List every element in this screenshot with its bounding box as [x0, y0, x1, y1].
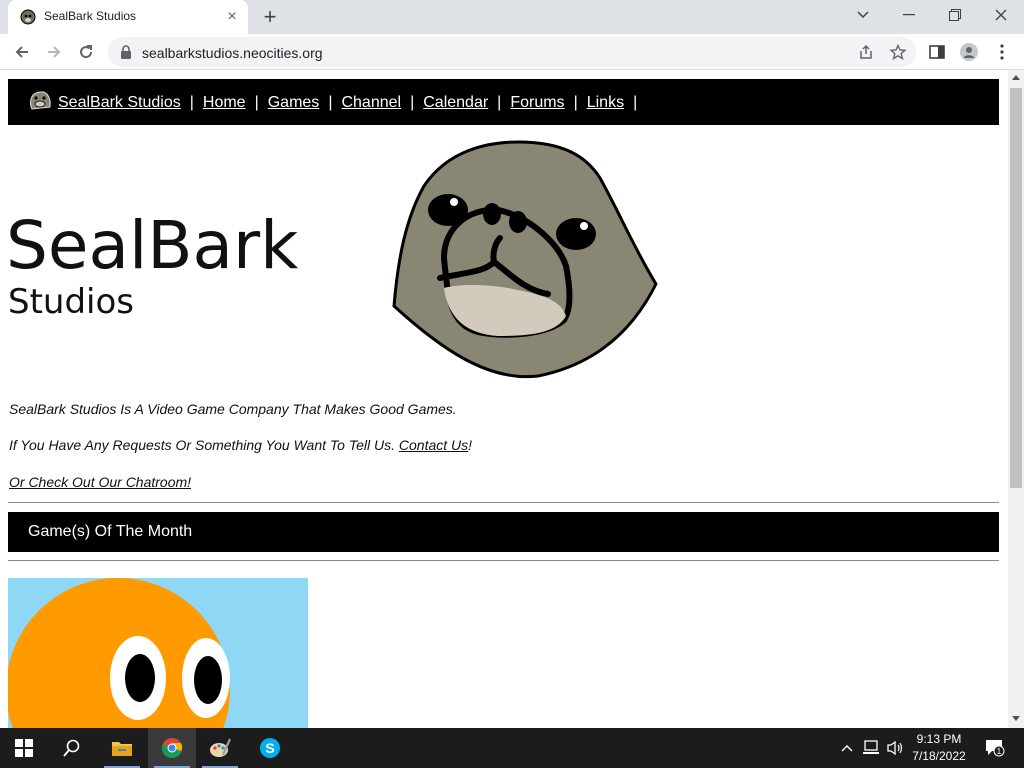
close-tab-icon[interactable]: × [224, 9, 240, 25]
volume-icon[interactable] [886, 739, 904, 757]
forward-button[interactable] [42, 40, 66, 64]
chrome-icon[interactable] [148, 728, 196, 768]
contact-suffix: ! [468, 437, 473, 453]
system-clock[interactable]: 9:13 PM 7/18/2022 [905, 731, 973, 765]
reload-button[interactable] [74, 40, 98, 64]
network-icon[interactable] [862, 739, 880, 757]
contact-us-link[interactable]: Contact Us [399, 437, 468, 453]
contact-prefix: If You Have Any Requests Or Something Yo… [9, 437, 399, 453]
minimize-button[interactable] [886, 0, 932, 30]
more-options-icon[interactable] [993, 43, 1011, 61]
lock-icon[interactable] [120, 45, 132, 59]
chevron-up-icon[interactable] [838, 739, 856, 757]
chatroom-text: Or Check Out Our Chatroom! [9, 474, 191, 490]
seal-mascot-image [392, 140, 658, 379]
intro-text: SealBark Studios Is A Video Game Company… [9, 401, 457, 417]
notifications-icon[interactable]: 1 [984, 739, 1006, 757]
site-nav-links: SealBark Studios | Home | Games | Channel | Cale… [58, 94, 646, 112]
site-nav-bar: SealBark Studios | Home | Games | Channel | Cale… [8, 79, 999, 125]
page-scrollbar[interactable] [1008, 70, 1024, 728]
hero-subtitle: Studios [8, 282, 135, 322]
nav-separator: | [328, 94, 333, 111]
windows-taskbar: S 9:13 PM 7/18/2022 1 [0, 728, 1024, 768]
game-of-month-thumbnail[interactable] [8, 578, 308, 728]
nav-link-games[interactable]: Games [268, 94, 320, 111]
search-icon[interactable] [48, 728, 96, 768]
address-bar[interactable]: sealbarkstudios.neocities.org [108, 37, 916, 67]
scroll-thumb[interactable] [1010, 88, 1022, 488]
nav-separator: | [410, 94, 415, 111]
page-viewport: SealBark Studios | Home | Games | Channel | Cale… [0, 70, 1008, 728]
nav-separator: | [254, 94, 259, 111]
tab-search-chevron-icon[interactable] [840, 0, 886, 30]
file-explorer-icon[interactable] [98, 728, 146, 768]
profile-avatar-icon[interactable] [960, 43, 978, 61]
close-window-button[interactable] [978, 0, 1024, 30]
scroll-down-arrow-icon[interactable] [1012, 716, 1020, 721]
paint-icon[interactable] [196, 728, 244, 768]
scroll-up-arrow-icon[interactable] [1012, 75, 1020, 80]
restore-button[interactable] [932, 0, 978, 30]
contact-text: If You Have Any Requests Or Something Yo… [9, 437, 472, 453]
section-header: Game(s) Of The Month [8, 512, 999, 552]
svg-text:S: S [265, 740, 274, 756]
windows-start-icon[interactable] [0, 728, 48, 768]
nav-separator: | [573, 94, 578, 111]
new-tab-button[interactable]: + [258, 6, 282, 30]
browser-tab[interactable]: SealBark Studios × [8, 0, 248, 34]
side-panel-icon[interactable] [928, 43, 946, 61]
back-button[interactable] [10, 40, 34, 64]
notification-count: 1 [997, 747, 1002, 756]
browser-toolbar: sealbarkstudios.neocities.org [0, 34, 1024, 70]
nav-link-home[interactable]: Home [203, 94, 246, 111]
seal-favicon-icon [20, 9, 36, 25]
divider [8, 502, 999, 503]
clock-date: 7/18/2022 [912, 749, 966, 763]
share-icon[interactable] [858, 44, 874, 60]
nav-link-channel[interactable]: Channel [341, 94, 401, 111]
divider [8, 560, 999, 561]
nav-link-links[interactable]: Links [587, 94, 624, 111]
section-title: Game(s) Of The Month [28, 523, 193, 540]
hero-title: SealBark [6, 207, 299, 284]
nav-link-calendar[interactable]: Calendar [423, 94, 488, 111]
skype-icon[interactable]: S [246, 728, 294, 768]
chatroom-link[interactable]: Or Check Out Our Chatroom! [9, 474, 191, 490]
nav-separator: | [497, 94, 502, 111]
bookmark-star-icon[interactable] [890, 44, 906, 60]
seal-logo-icon[interactable] [28, 89, 52, 111]
url-text[interactable]: sealbarkstudios.neocities.org [142, 45, 323, 61]
nav-separator: | [189, 94, 194, 111]
clock-time: 9:13 PM [916, 732, 962, 746]
nav-link-forums[interactable]: Forums [510, 94, 564, 111]
tab-strip: SealBark Studios × + [0, 0, 1024, 34]
nav-link-brand[interactable]: SealBark Studios [58, 94, 181, 111]
nav-separator: | [633, 94, 638, 111]
tab-title: SealBark Studios [44, 9, 137, 23]
